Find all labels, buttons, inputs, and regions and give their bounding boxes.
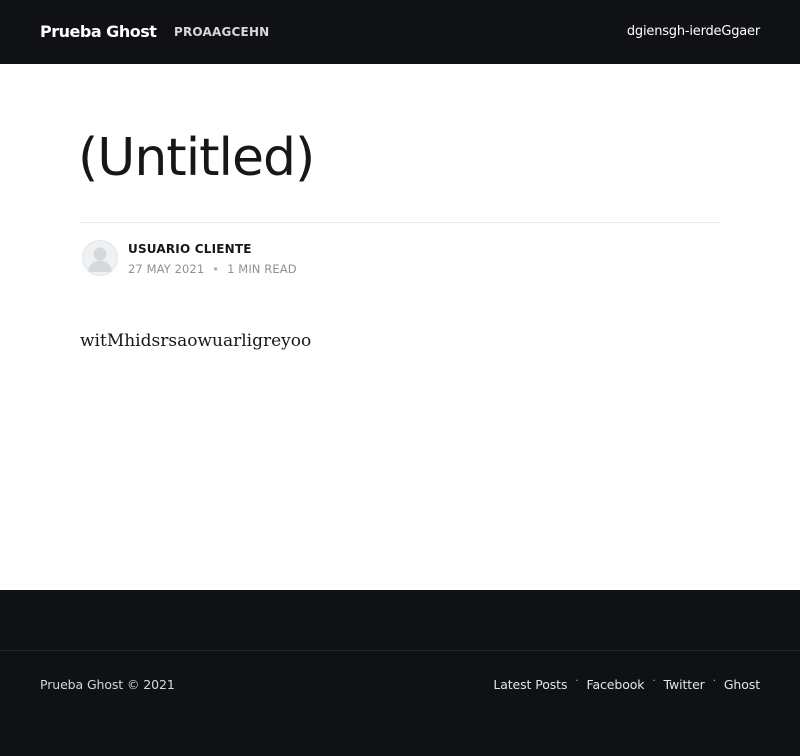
footer-separator: · <box>652 676 656 687</box>
reading-time: 1 MIN READ <box>227 262 297 276</box>
footer-nav: Latest Posts · Facebook · Twitter · Ghos… <box>493 676 760 692</box>
post-date: 27 MAY 2021 <box>128 262 205 276</box>
site-brand-link[interactable]: Prueba Ghost <box>40 22 157 41</box>
site-header: Prueba Ghost PROAAGCEHN dgiensgh-ierdeGg… <box>0 0 800 64</box>
site-footer: Prueba Ghost © 2021 Latest Posts · Faceb… <box>0 590 800 756</box>
footer-link-twitter[interactable]: Twitter <box>664 677 705 692</box>
user-avatar-icon[interactable] <box>82 240 118 276</box>
footer-link-facebook[interactable]: Facebook <box>587 677 645 692</box>
title-divider <box>80 222 720 223</box>
nav-item-proaagcehn[interactable]: PROAAGCEHN <box>174 25 269 39</box>
post-meta: 27 MAY 2021 • 1 MIN READ <box>128 262 297 276</box>
footer-copyright: Prueba Ghost © 2021 <box>40 677 175 692</box>
post-content-area: (Untitled) USUARIO CLIENTE 27 MAY 2021 • 1… <box>0 64 800 590</box>
footer-divider <box>0 650 800 651</box>
header-right-link[interactable]: dgiensgh-ierdeGgaer <box>627 24 760 39</box>
post-body-text: witMhidsrsaowuarligreyoo <box>80 331 312 351</box>
footer-separator: · <box>712 676 716 687</box>
footer-separator: · <box>575 676 579 687</box>
author-name-link[interactable]: USUARIO CLIENTE <box>128 242 252 256</box>
footer-link-ghost[interactable]: Ghost <box>724 677 760 692</box>
meta-separator: • <box>212 262 220 276</box>
post-title: (Untitled) <box>78 128 315 188</box>
footer-link-latest-posts[interactable]: Latest Posts <box>493 677 567 692</box>
